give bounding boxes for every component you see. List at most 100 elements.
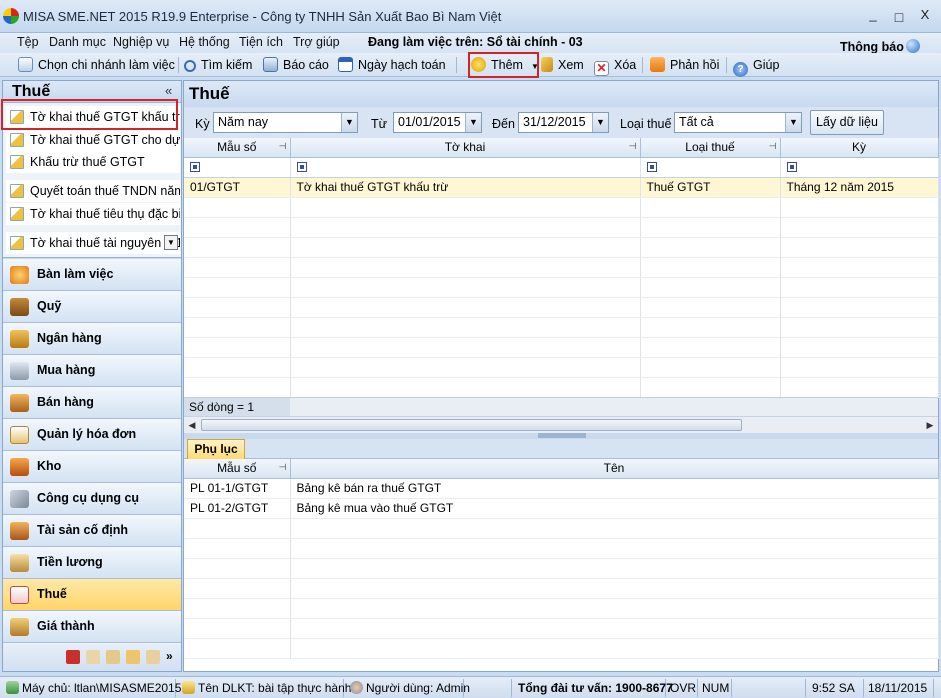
module-sales[interactable]: Bán hàng: [3, 387, 181, 419]
horizontal-scrollbar[interactable]: ◀ ▶: [184, 416, 938, 433]
cell-form[interactable]: 01/GTGT: [184, 177, 291, 198]
pin-icon[interactable]: ⊣: [279, 462, 287, 473]
minimize-button[interactable]: _: [862, 6, 884, 26]
column-header-period[interactable]: Kỳ: [780, 138, 939, 158]
cell-tax-type[interactable]: Thuế GTGT: [640, 177, 781, 198]
fetch-data-button[interactable]: Lấy dữ liệu: [810, 110, 884, 135]
pin-icon[interactable]: ⊣: [279, 141, 287, 152]
notifications-link[interactable]: Thông báo: [840, 39, 920, 54]
report-item[interactable]: Tờ khai thuế tiêu thụ đặc bi...: [6, 203, 180, 225]
search-button[interactable]: Tìm kiếm: [184, 55, 252, 75]
module-bank[interactable]: Ngân hàng: [3, 323, 181, 355]
filter-icon[interactable]: [646, 162, 657, 172]
dropdown-arrow-icon[interactable]: ▼: [341, 113, 357, 132]
report-item-label: Quyết toán thuế TNDN năm...: [30, 184, 180, 198]
report-item[interactable]: Quyết toán thuế TNDN năm...: [6, 180, 180, 202]
module-tax[interactable]: Thuế: [3, 579, 181, 611]
column-header-declaration[interactable]: Tờ khai ⊣: [290, 138, 641, 158]
main-header: Thuế: [184, 81, 938, 107]
module-invoices[interactable]: Quản lý hóa đơn: [3, 419, 181, 451]
assets-shortcut-icon[interactable]: [126, 650, 140, 664]
module-purchase[interactable]: Mua hàng: [3, 355, 181, 387]
status-user: Người dùng: Admin: [346, 679, 470, 697]
filter-icon[interactable]: [786, 162, 797, 172]
from-date-field[interactable]: 01/01/2015 ▼: [393, 112, 482, 133]
module-payroll[interactable]: Tiền lương: [3, 547, 181, 579]
column-header-form[interactable]: Mẫu số ⊣: [184, 459, 291, 479]
report-item[interactable]: Khấu trừ thuế GTGT: [6, 151, 180, 173]
pin-icon[interactable]: ⊣: [769, 141, 777, 152]
collapse-panel-icon[interactable]: «: [165, 83, 172, 98]
dropdown-arrow-icon[interactable]: ▼: [592, 113, 608, 132]
pin-icon[interactable]: ⊣: [629, 141, 637, 152]
dropdown-arrow-icon[interactable]: ▼: [785, 113, 801, 132]
period-value: Năm nay: [218, 115, 269, 129]
payroll-shortcut-icon[interactable]: [106, 650, 120, 664]
menu-catalog[interactable]: Danh mục: [49, 35, 106, 49]
table-row[interactable]: PL 01-2/GTGT Bảng kê mua vào thuế GTGT: [184, 498, 939, 519]
posting-date-button[interactable]: Ngày hạch toán: [338, 55, 446, 75]
tax-type-select[interactable]: Tất cả ▼: [674, 112, 802, 133]
cell-form[interactable]: PL 01-2/GTGT: [184, 498, 291, 519]
splitter-grip[interactable]: [538, 433, 586, 438]
close-button[interactable]: X: [914, 6, 936, 26]
cell-name[interactable]: Bảng kê bán ra thuế GTGT: [290, 478, 939, 499]
scroll-thumb[interactable]: [201, 419, 742, 431]
more-modules-icon[interactable]: »: [166, 649, 173, 663]
cell-declaration[interactable]: Tờ khai thuế GTGT khấu trừ: [290, 177, 641, 198]
filter-cell[interactable]: [184, 157, 291, 178]
filter-cell[interactable]: [780, 157, 939, 178]
to-date-field[interactable]: 31/12/2015 ▼: [518, 112, 609, 133]
empty-row: [184, 357, 939, 378]
costing-shortcut-icon[interactable]: [146, 650, 160, 664]
cell-period[interactable]: Tháng 12 năm 2015: [780, 177, 939, 198]
help-button[interactable]: ? Giúp: [733, 55, 779, 77]
menu-utilities[interactable]: Tiện ích: [239, 35, 283, 49]
column-header-tax-type[interactable]: Loại thuế ⊣: [640, 138, 781, 158]
module-desktop[interactable]: Bàn làm việc: [3, 259, 181, 291]
table-row[interactable]: 01/GTGT Tờ khai thuế GTGT khấu trừ Thuế …: [184, 177, 939, 198]
scroll-left-icon[interactable]: ◀: [184, 417, 200, 433]
filter-icon[interactable]: [296, 162, 307, 172]
cell-form[interactable]: PL 01-1/GTGT: [184, 478, 291, 499]
cell-name[interactable]: Bảng kê mua vào thuế GTGT: [290, 498, 939, 519]
module-label: Bàn làm việc: [37, 267, 114, 281]
report-item[interactable]: Tờ khai thuế tài nguyên (01 ▼: [6, 232, 180, 254]
menu-help[interactable]: Trợ giúp: [293, 35, 340, 49]
tax-type-label: Loại thuế: [620, 117, 672, 131]
choose-branch-button[interactable]: Chọn chi nhánh làm việc: [18, 55, 175, 75]
module-cash[interactable]: Quỹ: [3, 291, 181, 323]
module-label: Công cụ dụng cụ: [37, 491, 140, 505]
module-costing[interactable]: Giá thành: [3, 611, 181, 643]
calendar-icon: [338, 57, 353, 72]
menu-file[interactable]: Tệp: [17, 35, 39, 49]
view-button[interactable]: Xem: [541, 55, 584, 75]
filter-cell[interactable]: [290, 157, 641, 178]
report-item[interactable]: Tờ khai thuế GTGT cho dự...: [6, 129, 180, 151]
tax-shortcut-icon[interactable]: [66, 650, 80, 664]
filter-cell[interactable]: [640, 157, 781, 178]
period-select[interactable]: Năm nay ▼: [213, 112, 358, 133]
invoice-shortcut-icon[interactable]: [86, 650, 100, 664]
scroll-right-icon[interactable]: ▶: [922, 417, 938, 433]
dropdown-arrow-icon[interactable]: ▼: [164, 235, 178, 250]
empty-row: [184, 578, 939, 599]
maximize-button[interactable]: □: [888, 8, 910, 28]
report-button[interactable]: Báo cáo: [263, 55, 329, 75]
module-tools[interactable]: Công cụ dụng cụ: [3, 483, 181, 515]
costing-icon: [10, 618, 29, 636]
table-row[interactable]: PL 01-1/GTGT Bảng kê bán ra thuế GTGT: [184, 478, 939, 499]
view-label: Xem: [558, 58, 584, 72]
column-header-name[interactable]: Tên: [290, 459, 939, 479]
module-inventory[interactable]: Kho: [3, 451, 181, 483]
menu-system[interactable]: Hệ thống: [179, 35, 230, 49]
module-fixed-assets[interactable]: Tài sản cố định: [3, 515, 181, 547]
dropdown-arrow-icon[interactable]: ▼: [465, 113, 481, 132]
delete-button[interactable]: ✕ Xóa: [594, 55, 637, 76]
menu-operations[interactable]: Nghiệp vụ: [113, 35, 169, 49]
tab-appendix[interactable]: Phụ lục: [187, 439, 245, 460]
filter-icon[interactable]: [190, 162, 200, 172]
column-header-form[interactable]: Mẫu số ⊣: [184, 138, 291, 158]
feedback-button[interactable]: Phản hồi: [650, 55, 719, 75]
delete-label: Xóa: [614, 58, 637, 72]
